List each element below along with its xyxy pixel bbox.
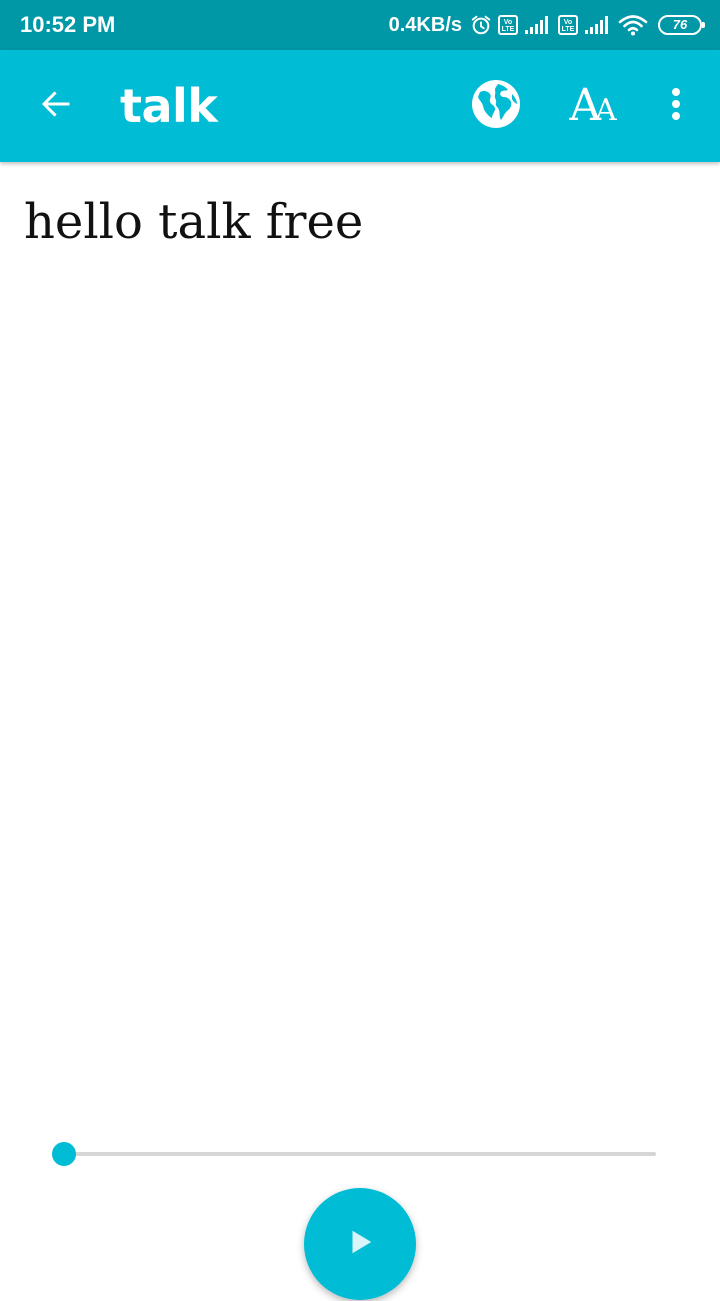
wifi-icon xyxy=(618,14,648,36)
arrow-left-icon xyxy=(38,86,74,126)
alarm-icon xyxy=(470,14,492,36)
status-bar: 10:52 PM 0.4KB/s Vo LTE Vo LTE 76 xyxy=(0,0,720,50)
language-button[interactable] xyxy=(464,78,528,134)
battery-icon: 76 xyxy=(658,15,705,35)
network-speed: 0.4KB/s xyxy=(388,14,462,36)
playback-seekbar[interactable] xyxy=(52,1142,656,1166)
signal-icon xyxy=(524,15,552,35)
page-title: talk xyxy=(120,79,218,133)
seekbar-thumb[interactable] xyxy=(52,1142,76,1166)
font-size-icon-small-letter: A xyxy=(595,93,617,128)
app-bar: talk AA xyxy=(0,50,720,162)
status-time: 10:52 PM xyxy=(20,12,116,37)
globe-icon xyxy=(470,78,522,134)
more-vert-icon xyxy=(670,86,682,126)
font-size-icon: AA xyxy=(569,84,616,128)
signal-icon-2 xyxy=(584,15,612,35)
play-icon xyxy=(345,1227,375,1261)
volte-icon-2: Vo LTE xyxy=(558,15,578,35)
content-text: hello talk free xyxy=(24,194,364,250)
status-icons: 0.4KB/s Vo LTE Vo LTE 76 xyxy=(388,10,705,40)
font-size-button[interactable]: AA xyxy=(558,78,628,134)
screen: 10:52 PM 0.4KB/s Vo LTE Vo LTE 76 talk A… xyxy=(0,0,720,1301)
more-options-button[interactable] xyxy=(652,78,700,134)
back-button[interactable] xyxy=(28,78,84,134)
play-button[interactable] xyxy=(304,1188,416,1300)
volte-icon: Vo LTE xyxy=(498,15,518,35)
